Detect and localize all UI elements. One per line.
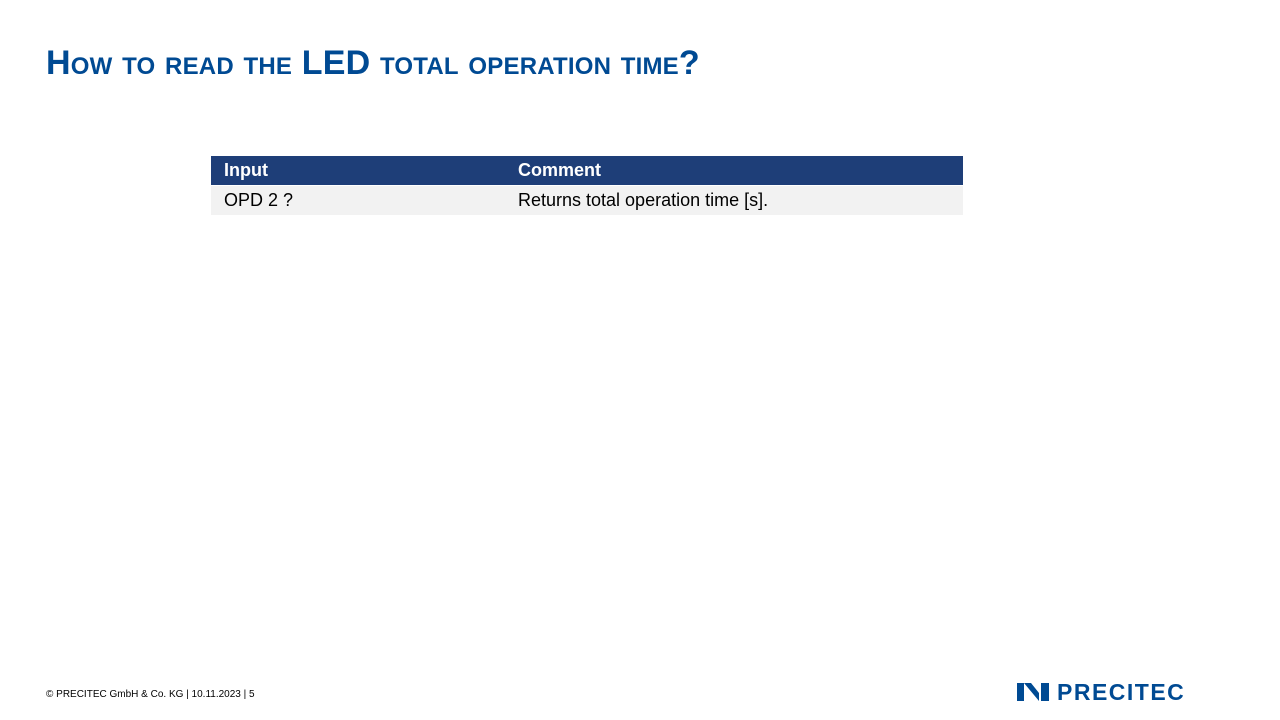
footer-copyright: © PRECITEC GmbH & Co. KG | 10.11.2023 | … (46, 689, 255, 700)
command-table: Input Comment OPD 2 ? Returns total oper… (211, 156, 963, 215)
header-comment: Comment (505, 156, 963, 186)
precitec-mark-icon (1017, 683, 1049, 701)
header-input: Input (211, 156, 505, 186)
table-row: OPD 2 ? Returns total operation time [s]… (211, 185, 963, 215)
logo-wordmark: PRECITEC (1057, 679, 1186, 705)
slide-title: How to read the LED total operation time… (46, 44, 700, 82)
table-header-row: Input Comment (211, 156, 963, 186)
cell-input: OPD 2 ? (211, 185, 505, 215)
cell-comment: Returns total operation time [s]. (505, 185, 963, 215)
precitec-logo: PRECITEC (1017, 679, 1186, 705)
